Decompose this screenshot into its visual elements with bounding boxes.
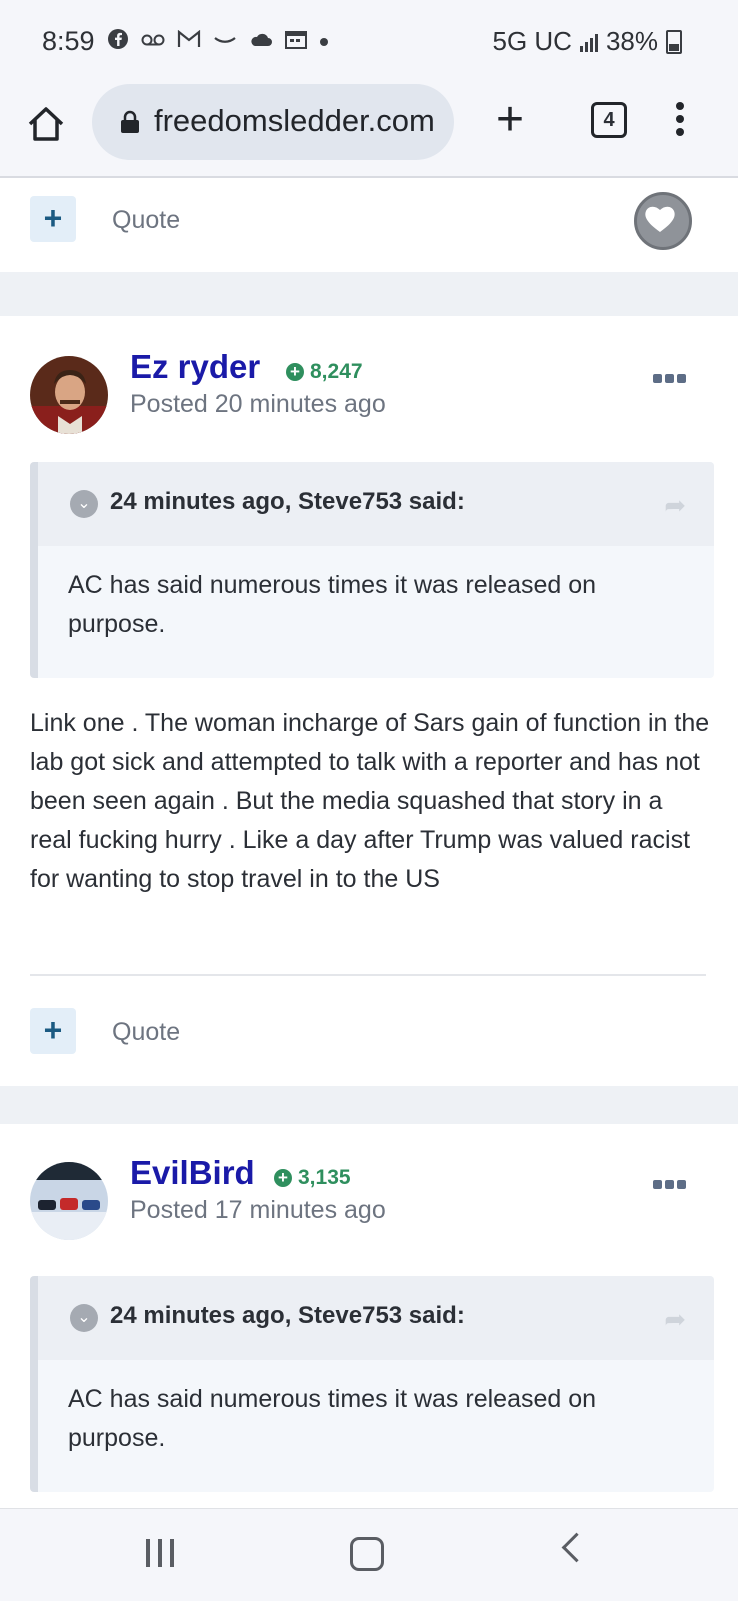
amazon-icon bbox=[213, 30, 237, 53]
quoted-post: ⌄ 24 minutes ago, Steve753 said: ➦ AC ha… bbox=[30, 1276, 714, 1492]
gmail-icon bbox=[177, 29, 201, 54]
status-bar: 8:59 5G UC 38% bbox=[0, 0, 738, 84]
status-time: 8:59 bbox=[42, 26, 95, 56]
plus-circle-icon: + bbox=[274, 1169, 292, 1187]
chevron-down-icon[interactable]: ⌄ bbox=[70, 1304, 98, 1332]
quote-link[interactable]: Quote bbox=[112, 1018, 180, 1047]
dot-icon bbox=[319, 30, 329, 53]
avatar[interactable] bbox=[30, 1162, 108, 1240]
previous-post-footer: + Quote bbox=[0, 178, 738, 272]
multiquote-plus-button[interactable]: + bbox=[30, 196, 76, 242]
post-timestamp[interactable]: Posted 17 minutes ago bbox=[130, 1196, 386, 1225]
share-arrow-icon[interactable]: ➦ bbox=[664, 1304, 686, 1335]
reputation-count: 3,135 bbox=[298, 1166, 351, 1189]
url-text[interactable]: freedomsledder.com bbox=[154, 103, 435, 139]
recents-icon[interactable] bbox=[146, 1539, 174, 1567]
quote-header: ⌄ 24 minutes ago, Steve753 said: ➦ bbox=[38, 462, 714, 546]
battery-percent: 38% bbox=[605, 26, 658, 56]
back-icon[interactable] bbox=[561, 1532, 592, 1563]
new-tab-icon[interactable]: + bbox=[496, 96, 524, 144]
quoted-post: ⌄ 24 minutes ago, Steve753 said: ➦ AC ha… bbox=[30, 462, 714, 678]
facebook-icon bbox=[107, 28, 129, 56]
post-timestamp[interactable]: Posted 20 minutes ago bbox=[130, 390, 386, 419]
quote-text: AC has said numerous times it was releas… bbox=[68, 571, 597, 638]
author-name[interactable]: Ez ryder bbox=[130, 348, 260, 386]
reputation-badge: + 3,135 bbox=[274, 1166, 351, 1190]
home-icon[interactable] bbox=[26, 104, 66, 144]
plus-circle-icon: + bbox=[286, 363, 304, 381]
browser-toolbar: freedomsledder.com + 4 bbox=[0, 84, 738, 178]
signal-icon bbox=[579, 32, 598, 52]
post-options-icon[interactable] bbox=[653, 374, 686, 383]
browser-menu-icon[interactable] bbox=[676, 102, 684, 141]
post-card: EvilBird + 3,135 Posted 17 minutes ago ⌄… bbox=[0, 1124, 738, 1508]
quote-header: ⌄ 24 minutes ago, Steve753 said: ➦ bbox=[38, 1276, 714, 1360]
voicemail-icon bbox=[141, 30, 165, 53]
calendar-icon bbox=[284, 29, 307, 55]
author-name[interactable]: EvilBird bbox=[130, 1154, 255, 1192]
post-options-icon[interactable] bbox=[653, 1180, 686, 1189]
heart-icon bbox=[645, 206, 675, 232]
tab-switcher-button[interactable]: 4 bbox=[591, 102, 627, 138]
home-nav-icon[interactable] bbox=[350, 1537, 384, 1571]
like-button[interactable] bbox=[634, 192, 692, 250]
quote-citation: 24 minutes ago, Steve753 said: bbox=[110, 488, 465, 515]
quote-citation: 24 minutes ago, Steve753 said: bbox=[110, 1302, 465, 1329]
system-nav-bar bbox=[0, 1508, 738, 1601]
multiquote-plus-button[interactable]: + bbox=[30, 1008, 76, 1054]
battery-icon bbox=[666, 29, 682, 54]
reputation-count: 8,247 bbox=[310, 360, 363, 383]
lock-icon[interactable] bbox=[120, 110, 140, 134]
post-card: Ez ryder + 8,247 Posted 20 minutes ago ⌄… bbox=[0, 316, 738, 1086]
quote-text: AC has said numerous times it was releas… bbox=[68, 1385, 597, 1452]
cloud-icon bbox=[249, 30, 273, 53]
post-body: Link one . The woman incharge of Sars ga… bbox=[30, 709, 710, 893]
address-bar[interactable]: freedomsledder.com bbox=[92, 84, 454, 160]
quote-link[interactable]: Quote bbox=[112, 206, 180, 235]
share-arrow-icon[interactable]: ➦ bbox=[664, 490, 686, 521]
reputation-badge: + 8,247 bbox=[286, 360, 363, 384]
chevron-down-icon[interactable]: ⌄ bbox=[70, 490, 98, 518]
network-indicator: 5G UC bbox=[492, 26, 572, 56]
avatar[interactable] bbox=[30, 356, 108, 434]
divider bbox=[30, 974, 706, 976]
